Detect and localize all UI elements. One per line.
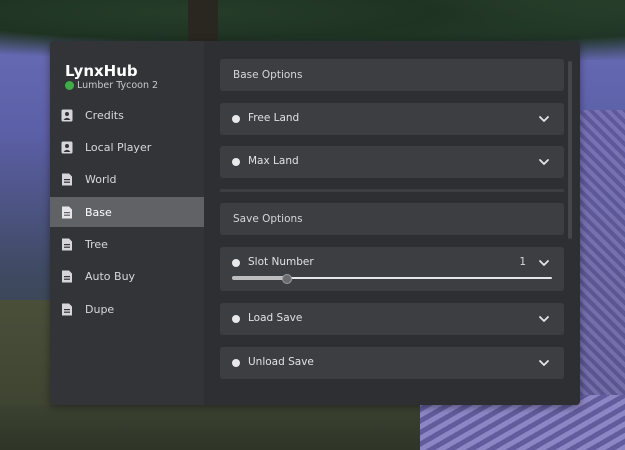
sidebar-item-label: Local Player (85, 140, 152, 154)
slider-label: Slot Number (248, 256, 314, 268)
bullet-icon (232, 259, 240, 267)
background-tree-trunk (188, 0, 218, 42)
sidebar-item-label: World (85, 173, 117, 187)
game-scene: LynxHub Lumber Tycoon 2 Credits Local Pl… (0, 0, 625, 450)
sidebar-item-world[interactable]: World (50, 165, 204, 195)
section-header-label: Save Options (233, 213, 303, 225)
document-icon (61, 238, 73, 251)
section-header-label: Base Options (233, 69, 303, 81)
sidebar-item-tree[interactable]: Tree (50, 230, 204, 260)
scrollbar[interactable] (568, 61, 572, 239)
slider-handle[interactable] (282, 274, 292, 284)
person-card-icon (61, 141, 73, 154)
section-header-base-options: Base Options (220, 59, 564, 91)
dropdown-max-land[interactable]: Max Land (220, 146, 564, 178)
document-icon (61, 206, 73, 219)
document-icon (61, 270, 73, 283)
person-card-icon (61, 109, 73, 122)
chevron-down-icon[interactable] (538, 113, 550, 125)
chevron-down-icon[interactable] (538, 257, 550, 269)
document-icon (61, 303, 73, 316)
sidebar-item-local-player[interactable]: Local Player (50, 132, 204, 162)
document-icon (61, 173, 73, 186)
sidebar-item-label: Base (85, 205, 112, 219)
app-subtitle: Lumber Tycoon 2 (77, 80, 159, 91)
sidebar-item-credits[interactable]: Credits (50, 100, 204, 130)
sidebar: LynxHub Lumber Tycoon 2 Credits Local Pl… (50, 41, 204, 405)
bullet-icon (232, 315, 240, 323)
sidebar-item-base[interactable]: Base (50, 197, 204, 228)
slider-fill (232, 276, 286, 280)
hub-window: LynxHub Lumber Tycoon 2 Credits Local Pl… (50, 41, 580, 405)
app-title: LynxHub (65, 62, 138, 80)
brand-subtitle-row: Lumber Tycoon 2 (65, 80, 158, 91)
sidebar-item-label: Auto Buy (85, 270, 136, 284)
dropdown-label: Free Land (248, 112, 300, 124)
sidebar-item-label: Tree (85, 238, 108, 252)
status-dot-icon (65, 81, 74, 90)
bullet-icon (232, 158, 240, 166)
sidebar-item-label: Dupe (85, 302, 115, 316)
section-divider (220, 189, 564, 192)
sidebar-item-dupe[interactable]: Dupe (50, 294, 204, 324)
main-content: Base Options Free Land Max Land Save Opt… (204, 41, 580, 405)
slider-slot-number[interactable]: Slot Number 1 (220, 247, 564, 291)
section-header-save-options: Save Options (220, 203, 564, 235)
dropdown-label: Unload Save (248, 356, 314, 368)
dropdown-free-land[interactable]: Free Land (220, 103, 564, 135)
dropdown-label: Max Land (248, 155, 299, 167)
bullet-icon (232, 359, 240, 367)
chevron-down-icon[interactable] (538, 313, 550, 325)
bullet-icon (232, 115, 240, 123)
sidebar-item-label: Credits (85, 108, 124, 122)
brand: LynxHub Lumber Tycoon 2 (65, 63, 158, 91)
dropdown-unload-save[interactable]: Unload Save (220, 347, 564, 379)
slider-value: 1 (519, 256, 526, 268)
chevron-down-icon[interactable] (538, 156, 550, 168)
dropdown-label: Load Save (248, 312, 303, 324)
dropdown-load-save[interactable]: Load Save (220, 303, 564, 335)
sidebar-item-auto-buy[interactable]: Auto Buy (50, 262, 204, 292)
chevron-down-icon[interactable] (538, 357, 550, 369)
sidebar-nav: Credits Local Player World Base Tree Aut… (50, 100, 204, 327)
